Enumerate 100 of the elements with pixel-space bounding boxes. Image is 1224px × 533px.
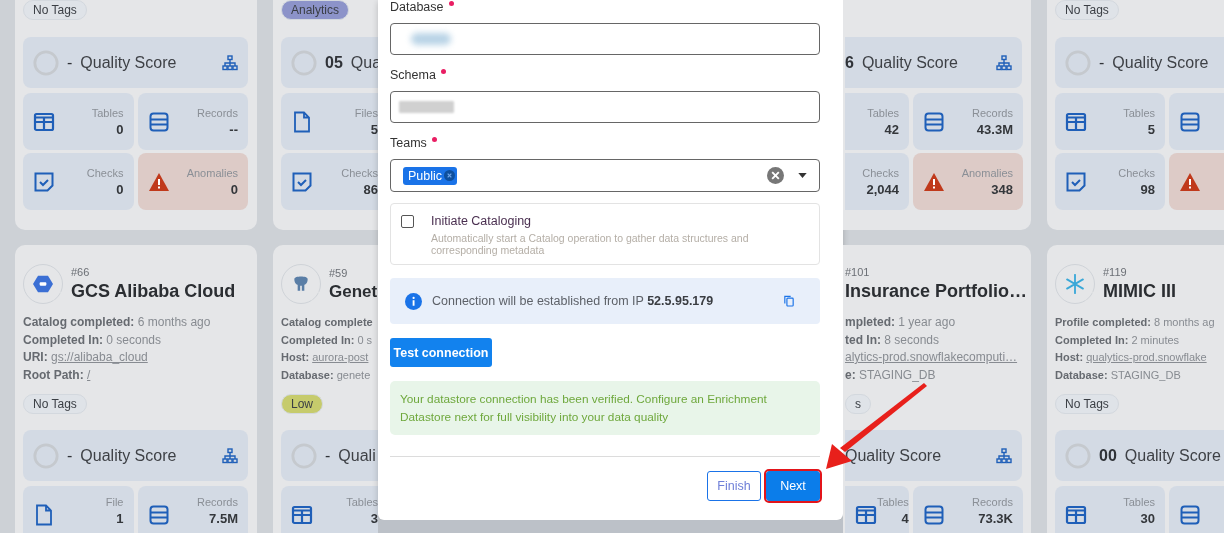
datastore-card[interactable]: #66 GCS Alibaba Cloud Catalog completed: 6 months ago Completed In: 0 seconds URI: gs://alibaba_cloud Root Path: / No Tags - Quality Score File 1 Records 7.5M [15, 245, 257, 533]
next-button[interactable]: Next [766, 471, 820, 501]
detail-line: URI: gs://alibaba_cloud [23, 349, 149, 366]
input-field[interactable] [390, 23, 820, 55]
stat-label: Records [197, 496, 238, 508]
table-icon [291, 504, 313, 526]
hierarchy-icon[interactable] [996, 447, 1012, 464]
stat-label: Tables [877, 496, 909, 508]
stat-label: Tables [1123, 106, 1155, 119]
datastore-card[interactable]: #101 Insurance Portfolio… mpleted: 1 year ago ted In: 8 seconds alytics-prod.snowflakecomputi… e: STAGING_DB s Quality Score Tables 4 Records 73.3K [843, 245, 1031, 533]
remove-icon[interactable] [444, 170, 456, 181]
stat-value: 98 [1140, 181, 1155, 197]
stat-value: 0 [116, 181, 124, 197]
quality-score: 6 [845, 53, 854, 72]
stat-label: Tables [346, 496, 378, 508]
field-label: Teams [390, 136, 427, 151]
datastore-card[interactable]: No Tags - Quality Score Tables 0 Records -- Checks 0 Anomalies 0 [15, 0, 257, 230]
stat-value: 1 [116, 511, 124, 526]
table-icon [33, 110, 55, 133]
snowflake-icon [1065, 274, 1085, 294]
check-icon [33, 170, 55, 193]
clear-icon[interactable] [767, 167, 784, 184]
detail-line: Completed In: 2 minutes [1055, 332, 1181, 348]
team-chip[interactable]: Public [403, 166, 458, 185]
stat-label: Tables [1123, 496, 1155, 508]
datastore-name[interactable]: Genet [329, 281, 378, 302]
tag[interactable]: No Tags [1055, 394, 1119, 414]
detail-line: Catalog complete [281, 315, 374, 330]
stat-label: Tables [91, 106, 124, 119]
stat-value: 4 [901, 511, 909, 526]
stat-value: 7.5M [209, 511, 238, 526]
tag[interactable]: s [845, 394, 871, 414]
quality-label: Quality Score [80, 53, 177, 72]
quality-label: Quality Score [80, 446, 177, 465]
tag[interactable]: No Tags [1055, 0, 1119, 20]
stat-value: 0 [230, 181, 238, 197]
tag[interactable]: No Tags [23, 394, 87, 414]
info-text: Connection will be established from IP 52.5.95.179 [432, 294, 715, 308]
datastore-name[interactable]: MIMIC III [1103, 281, 1176, 302]
quality-label: Quality Score [1124, 446, 1221, 465]
detail-line: Completed In: 0 s [281, 332, 374, 348]
teams-select[interactable]: Public [390, 159, 820, 192]
datastore-card[interactable]: #119 MIMIC III Profile completed: 8 months ag Completed In: 2 minutes Host: qualytics-prod.snowflake Database: STAGING_DB No Tags 00 Quality Score Tables 30 [1047, 245, 1224, 533]
test-connection-button[interactable]: Test connection [390, 338, 492, 367]
copy-icon[interactable] [784, 295, 794, 307]
hierarchy-icon[interactable] [222, 54, 238, 71]
stat-label: Records [972, 496, 1013, 508]
datastore-card[interactable]: 6 Quality Score Tables 42 Records 43.3M Checks 2,044 Anomalies 348 [843, 0, 1031, 230]
field-label: Database [390, 0, 444, 15]
rows-icon [1179, 504, 1201, 526]
elephant-icon [291, 274, 311, 294]
stat-label: Checks [1118, 166, 1155, 179]
stat-value: 30 [1140, 511, 1155, 526]
datastore-card[interactable]: No Tags - Quality Score Tables 5 Checks 98 [1047, 0, 1224, 230]
quality-label: Quality Score [845, 446, 942, 465]
datastore-id: #66 [71, 266, 91, 278]
detail-line: Host: qualytics-prod.snowflake [1055, 350, 1208, 365]
quality-label: Quali [338, 446, 376, 465]
detail-line: e: STAGING_DB [845, 366, 937, 384]
quality-label: Quality Score [1112, 53, 1209, 72]
stat-label: Records [972, 106, 1013, 119]
stat-label: Anomalies [186, 166, 238, 179]
table-icon [1065, 110, 1087, 133]
stat-value: 3 [370, 511, 378, 526]
detail-line: ted In: 8 seconds [845, 331, 941, 349]
detail-line: Catalog completed: 6 months ago [23, 314, 212, 331]
stat-value: 86 [363, 181, 378, 197]
rows-icon [923, 110, 945, 133]
detail-line: Root Path: / [23, 366, 92, 384]
option-description: Automatically start a Catalog operation to gather data structures and corresponding metadata [431, 232, 750, 256]
table-icon [855, 504, 877, 526]
stat-label: Tables [867, 106, 899, 119]
file-icon [33, 504, 55, 526]
quality-score: - [1099, 53, 1105, 72]
file-icon [291, 110, 313, 133]
detail-line: Host: aurora-post [281, 350, 370, 365]
stat-value: 5 [370, 121, 378, 137]
check-icon [1065, 170, 1087, 193]
stat-label: Checks [86, 166, 124, 179]
stat-label: Records [197, 106, 238, 119]
hierarchy-icon[interactable] [996, 54, 1012, 71]
tag[interactable]: No Tags [23, 0, 87, 20]
finish-button[interactable]: Finish [707, 471, 761, 501]
input-field[interactable] [390, 91, 820, 123]
quality-score: - [67, 53, 73, 72]
detail-line: mpleted: 1 year ago [845, 314, 957, 331]
field-label: Schema [390, 68, 436, 83]
datastore-id: #119 [1103, 266, 1128, 278]
datastore-name[interactable]: GCS Alibaba Cloud [71, 281, 236, 302]
stat-value: 5 [1147, 121, 1155, 137]
stat-value: 2,044 [866, 181, 899, 197]
hierarchy-icon[interactable] [222, 447, 238, 464]
caret-icon[interactable] [798, 173, 807, 178]
rows-icon [147, 504, 170, 526]
stat-label: Files [354, 106, 378, 119]
checkbox[interactable] [401, 215, 414, 228]
tag[interactable]: Analytics [281, 0, 350, 20]
tag[interactable]: Low [281, 394, 323, 414]
stat-label: Checks [862, 166, 899, 179]
datastore-card[interactable]: #59 Genet Catalog complete Completed In: 0 s Host: aurora-post Database: genete Low - Quali Tables 3 [273, 245, 378, 533]
